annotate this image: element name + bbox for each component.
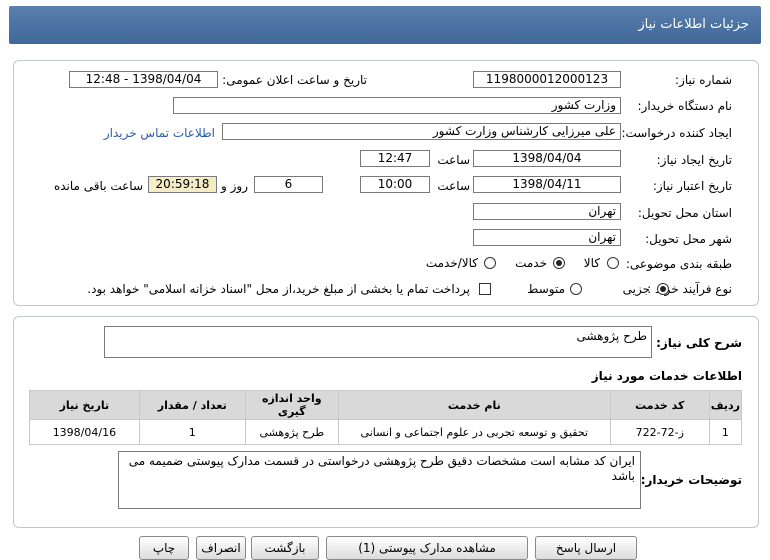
- cell-unit: طرح پژوهشی: [244, 419, 339, 445]
- created-time-label: ساعت: [437, 153, 470, 167]
- category-service-radio[interactable]: [553, 257, 565, 269]
- announce-label: تاریخ و ساعت اعلان عمومی:: [222, 73, 367, 87]
- need-number-label: شماره نیاز:: [675, 73, 732, 87]
- col-service-code: کد خدمت: [609, 390, 710, 420]
- services-header-row: ردیف کد خدمت نام خدمت واحد اندازه گیری ت…: [29, 390, 743, 420]
- process-minor-radio[interactable]: [657, 283, 669, 295]
- page-title: جزئیات اطلاعات نیاز: [638, 17, 749, 32]
- col-service-name: نام خدمت: [337, 390, 611, 420]
- services-title: اطلاعات خدمات مورد نیاز: [591, 369, 742, 383]
- treasury-payment-note: پرداخت تمام یا بخشی از مبلغ خرید،از محل …: [87, 282, 470, 296]
- created-date-label: تاریخ ایجاد نیاز:: [656, 153, 732, 167]
- created-date-field: 1398/04/04: [473, 150, 621, 167]
- col-row-number: ردیف: [708, 390, 743, 420]
- buyer-org-label: نام دستگاه خریدار:: [637, 99, 733, 113]
- view-attachments-button[interactable]: مشاهده مدارک پیوستی (1): [326, 536, 528, 560]
- cell-service-code: ز-72-722: [609, 419, 710, 445]
- province-label: استان محل تحویل:: [637, 206, 732, 220]
- validity-time-label: ساعت: [437, 179, 470, 193]
- validity-time-field: 10:00: [360, 176, 430, 193]
- cell-need-date: 1398/04/16: [29, 419, 140, 445]
- category-goods-service-radio[interactable]: [484, 257, 496, 269]
- reply-button[interactable]: ارسال پاسخ: [535, 536, 637, 560]
- buyer-notes-text: ایران کد مشابه است مشخصات دقیق طرح پژوهش…: [128, 454, 635, 483]
- process-medium-label: متوسط: [527, 282, 565, 296]
- requester-label: ایجاد کننده درخواست:: [621, 126, 732, 140]
- col-need-date: تاریخ نیاز: [29, 390, 140, 420]
- table-row: 1 ز-72-722 تحقیق و توسعه تجربی در علوم ا…: [29, 419, 743, 445]
- cell-row-number: 1: [708, 419, 743, 445]
- process-medium-radio[interactable]: [570, 283, 582, 295]
- requester-field: علی میرزایی کارشناس وزارت کشور: [222, 123, 621, 140]
- need-number-field: 1198000012000123: [473, 71, 621, 88]
- cell-quantity: 1: [138, 419, 246, 445]
- remaining-label: ساعت باقی مانده: [53, 179, 143, 193]
- summary-field: طرح پژوهشی: [104, 326, 652, 358]
- remaining-time-field: 20:59:18: [148, 176, 217, 193]
- title-bar: جزئیات اطلاعات نیاز: [9, 6, 761, 44]
- buyer-notes-field: ایران کد مشابه است مشخصات دقیق طرح پژوهش…: [118, 451, 641, 509]
- category-label: طبقه بندی موضوعی:: [625, 257, 732, 271]
- back-button[interactable]: بازگشت: [251, 536, 319, 560]
- services-table: ردیف کد خدمت نام خدمت واحد اندازه گیری ت…: [29, 390, 743, 445]
- col-quantity: تعداد / مقدار: [138, 390, 246, 420]
- buyer-notes-label: توضیحات خریدار:: [640, 473, 742, 487]
- print-button[interactable]: چاپ: [139, 536, 189, 560]
- city-label: شهر محل تحویل:: [645, 232, 732, 246]
- category-service-label: خدمت: [515, 256, 547, 270]
- province-field: تهران: [473, 203, 621, 220]
- category-goods-radio[interactable]: [607, 257, 619, 269]
- created-time-field: 12:47: [360, 150, 430, 167]
- days-label: روز و: [221, 179, 248, 193]
- buyer-org-field: وزارت کشور: [173, 97, 621, 114]
- validity-label: تاریخ اعتبار نیاز:: [652, 179, 732, 193]
- city-field: تهران: [473, 229, 621, 246]
- category-goods-service-label: کالا/خدمت: [425, 256, 478, 270]
- validity-date-field: 1398/04/11: [473, 176, 621, 193]
- days-field: 6: [254, 176, 323, 193]
- cancel-button[interactable]: انصراف: [196, 536, 246, 560]
- summary-label: شرح کلی نیاز:: [656, 336, 742, 350]
- col-unit: واحد اندازه گیری: [244, 390, 339, 420]
- treasury-payment-checkbox[interactable]: [479, 283, 491, 295]
- cell-service-name: تحقیق و توسعه تجربی در علوم اجتماعی و ان…: [337, 419, 611, 445]
- category-goods-label: کالا: [583, 256, 600, 270]
- buyer-contact-link[interactable]: اطلاعات تماس خریدار: [104, 126, 215, 140]
- process-minor-label: جزیی: [622, 282, 650, 296]
- announce-field: 1398/04/04 - 12:48: [69, 71, 218, 88]
